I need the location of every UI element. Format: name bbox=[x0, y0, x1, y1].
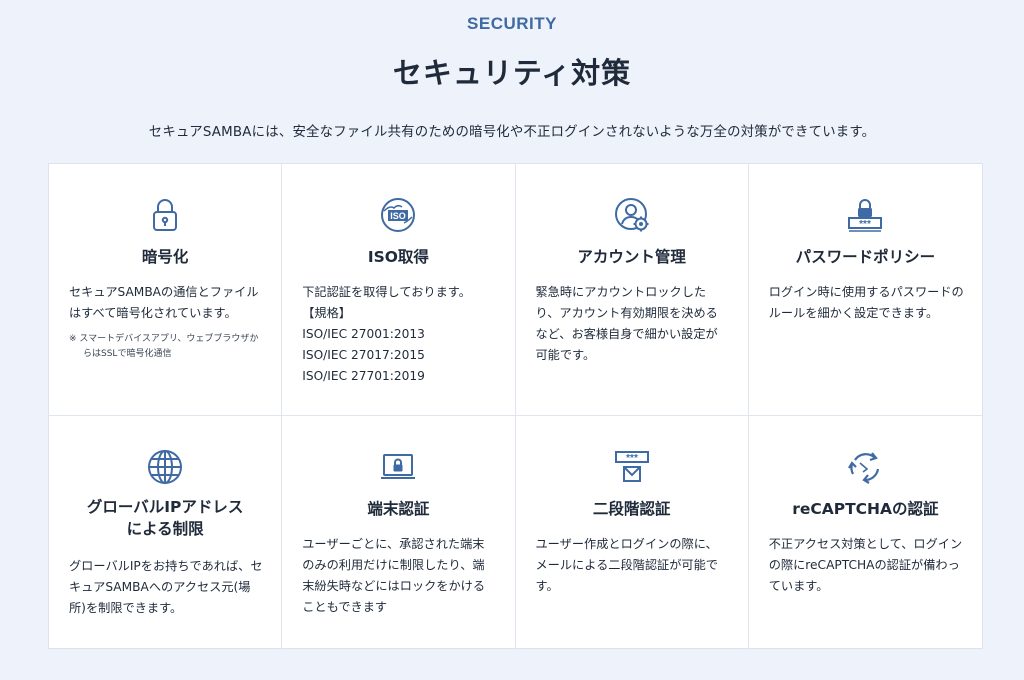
feature-title: グローバルIPアドレス による制限 bbox=[49, 496, 281, 540]
feature-title: パスワードポリシー bbox=[795, 248, 936, 266]
feature-title: reCAPTCHAの認証 bbox=[792, 500, 939, 518]
section-lead: セキュアSAMBAには、安全なファイル共有のための暗号化や不正ログインされないよ… bbox=[148, 125, 876, 140]
laptop-lock-icon bbox=[379, 449, 417, 485]
feature-description: ユーザー作成とログインの際に、メールによる二段階認証が可能です。 bbox=[535, 537, 718, 593]
feature-card-global-ip: グローバルIPアドレス による制限 グローバルIPをお持ちであれば、セキュアSA… bbox=[49, 416, 283, 650]
feature-description: セキュアSAMBAの通信とファイルはすべて暗号化されています。 bbox=[69, 285, 259, 320]
feature-card-recaptcha: reCAPTCHAの認証 不正アクセス対策として、ログインの際にreCAPTCH… bbox=[749, 416, 982, 650]
feature-line: ISO/IEC 27017:2015 bbox=[302, 348, 425, 362]
feature-description: 緊急時にアカウントロックしたり、アカウント有効期限を決めるなど、お客様自身で細か… bbox=[535, 285, 718, 362]
feature-title: 端末認証 bbox=[367, 500, 430, 518]
feature-description: ログイン時に使用するパスワードのルールを細かく設定できます。 bbox=[768, 285, 964, 320]
feature-title: 二段階認証 bbox=[592, 500, 671, 518]
feature-line: ISO/IEC 27701:2019 bbox=[302, 369, 425, 383]
feature-title: ISO取得 bbox=[367, 248, 429, 266]
feature-line: ISO/IEC 27001:2013 bbox=[302, 327, 425, 341]
feature-card-iso: ISO ISO取得 下記認証を取得しております。 【規格】 ISO/IEC 27… bbox=[282, 164, 516, 416]
feature-card-device-auth: 端末認証 ユーザーごとに、承認された端末のみの利用だけに制限したり、端末紛失時な… bbox=[282, 416, 516, 650]
password-lock-icon: *** bbox=[847, 197, 883, 233]
feature-description: グローバルIPをお持ちであれば、セキュアSAMBAへのアクセス元(場所)を制限で… bbox=[69, 559, 263, 615]
feature-line: 【規格】 bbox=[302, 306, 351, 320]
feature-note: ※ スマートデバイスアプリ、ウェブブラウザからはSSLで暗号化通信 bbox=[69, 334, 259, 359]
feature-description: ユーザーごとに、承認された端末のみの利用だけに制限したり、端末紛失時などにはロッ… bbox=[302, 537, 486, 614]
page-title: セキュリティ対策 bbox=[392, 56, 632, 90]
feature-card-two-step-auth: *** 二段階認証 ユーザー作成とログインの際に、メールによる二段階認証が可能で… bbox=[516, 416, 749, 650]
feature-line: 下記認証を取得しております。 bbox=[302, 285, 471, 299]
iso-globe-icon: ISO bbox=[380, 197, 416, 233]
svg-text:***: *** bbox=[626, 453, 638, 464]
feature-title-line: グローバルIPアドレス bbox=[86, 498, 244, 516]
globe-icon bbox=[147, 449, 183, 485]
feature-title-line: による制限 bbox=[126, 520, 204, 538]
section-eyebrow: SECURITY bbox=[467, 14, 557, 33]
svg-text:***: *** bbox=[860, 219, 872, 230]
feature-title: アカウント管理 bbox=[577, 248, 686, 266]
svg-text:ISO: ISO bbox=[391, 211, 407, 221]
feature-description: 不正アクセス対策として、ログインの際にreCAPTCHAの認証が備わっています。 bbox=[768, 537, 963, 593]
feature-grid: 暗号化 セキュアSAMBAの通信とファイルはすべて暗号化されています。 ※ スマ… bbox=[48, 163, 983, 650]
feature-description: 下記認証を取得しております。 【規格】 ISO/IEC 27001:2013 I… bbox=[302, 282, 496, 387]
user-gear-icon bbox=[614, 197, 650, 233]
feature-card-account: アカウント管理 緊急時にアカウントロックしたり、アカウント有効期限を決めるなど、… bbox=[515, 164, 749, 416]
feature-title: 暗号化 bbox=[141, 248, 189, 266]
padlock-icon bbox=[151, 197, 179, 233]
feature-card-encryption: 暗号化 セキュアSAMBAの通信とファイルはすべて暗号化されています。 ※ スマ… bbox=[49, 164, 283, 416]
password-mail-icon: *** bbox=[614, 449, 650, 485]
recaptcha-icon bbox=[847, 449, 883, 485]
feature-card-password-policy: *** パスワードポリシー ログイン時に使用するパスワードのルールを細かく設定で… bbox=[748, 164, 982, 416]
